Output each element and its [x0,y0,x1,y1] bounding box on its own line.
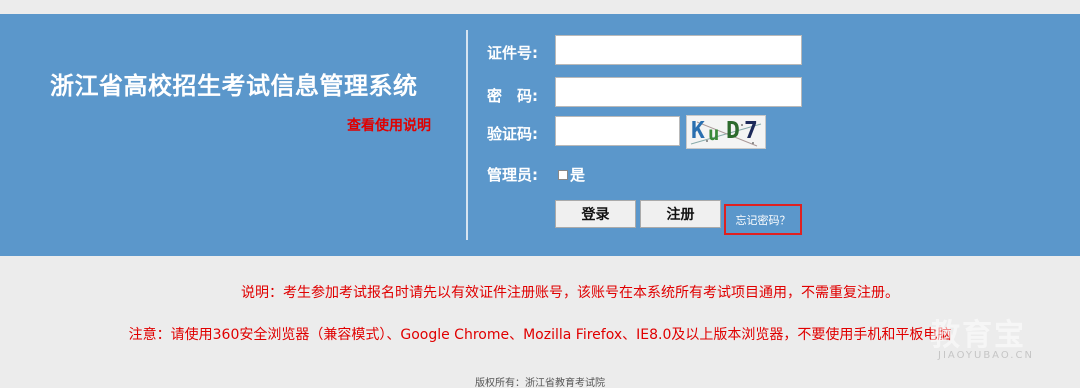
login-button[interactable]: 登录 [555,200,636,228]
header-banner [0,14,1080,256]
id-number-input[interactable] [555,35,802,65]
register-button[interactable]: 注册 [640,200,721,228]
watermark-logo: 教育宝 JIAOYUBAO.CN [930,318,1034,361]
admin-checkbox-label: 是 [570,166,586,184]
divider [466,30,468,240]
copyright: 版权所有：浙江省教育考试院 [475,378,605,388]
captcha-input[interactable] [555,116,680,146]
id-number-label: 证件号: [487,44,538,62]
browser-notice: 注意：请使用360安全浏览器（兼容模式）、Google Chrome、Mozil… [128,327,952,343]
password-label: 密 码: [487,87,538,105]
admin-label: 管理员: [487,166,538,184]
captcha-image[interactable]: K u D 7 [686,115,766,149]
captcha-label: 验证码: [487,125,538,143]
admin-checkbox[interactable] [558,170,568,180]
registration-note: 说明：考生参加考试报名时请先以有效证件注册账号，该账号在本系统所有考试项目通用，… [241,285,899,301]
help-link[interactable]: 查看使用说明 [347,115,431,135]
password-input[interactable] [555,77,802,107]
top-strip [0,0,1080,14]
forgot-password-link[interactable]: 忘记密码？ [724,204,802,235]
system-title: 浙江省高校招生考试信息管理系统 [50,72,418,100]
